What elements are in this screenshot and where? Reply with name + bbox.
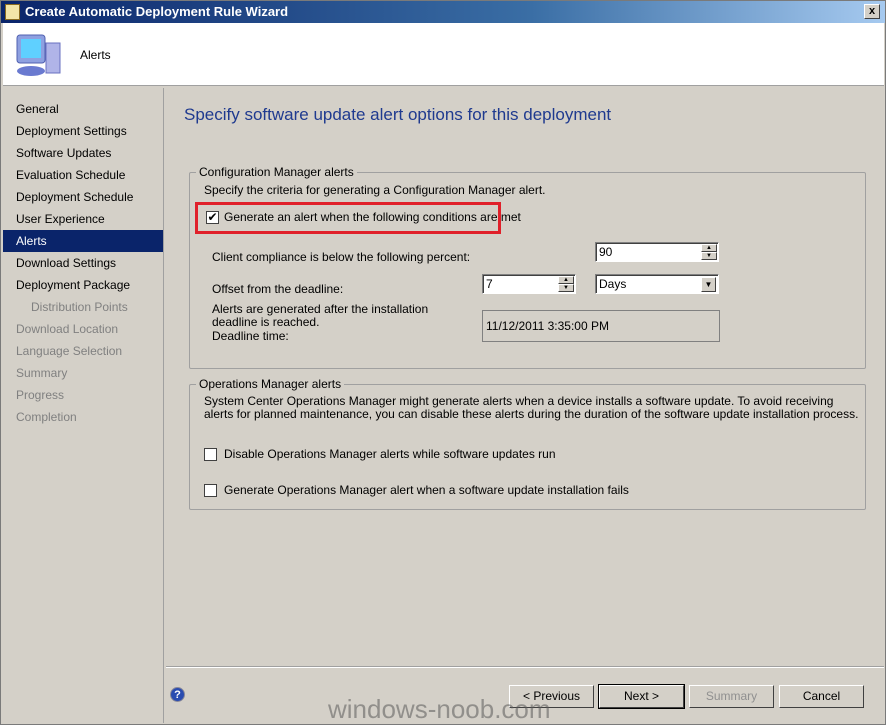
- om-alerts-description: System Center Operations Manager might g…: [204, 394, 859, 421]
- sidebar-item-evaluation-schedule[interactable]: Evaluation Schedule: [3, 164, 163, 186]
- sidebar-item-language-selection[interactable]: Language Selection: [3, 340, 163, 362]
- generate-alert-checkbox[interactable]: ✔: [206, 211, 219, 224]
- sidebar-item-deployment-schedule[interactable]: Deployment Schedule: [3, 186, 163, 208]
- computer-icon: [16, 34, 61, 76]
- help-icon[interactable]: ?: [170, 687, 185, 702]
- main-panel: Specify software update alert options fo…: [166, 88, 884, 723]
- compliance-label: Client compliance is below the following…: [212, 250, 471, 264]
- sidebar-item-summary[interactable]: Summary: [3, 362, 163, 384]
- om-alerts-group: Operations Manager alerts System Center …: [189, 377, 866, 510]
- om-alerts-legend: Operations Manager alerts: [199, 377, 342, 391]
- header: Alerts: [3, 23, 884, 86]
- wizard-window: Create Automatic Deployment Rule Wizard …: [0, 0, 886, 725]
- page-title: Specify software update alert options fo…: [184, 105, 612, 124]
- offset-spinner[interactable]: 7 ▲ ▼: [482, 274, 576, 294]
- next-button[interactable]: Next >: [598, 684, 685, 709]
- offset-spin-buttons[interactable]: ▲ ▼: [558, 276, 574, 292]
- sidebar-item-deployment-package[interactable]: Deployment Package: [3, 274, 163, 296]
- offset-value: 7: [486, 277, 493, 291]
- offset-unit-value: Days: [599, 277, 627, 291]
- disable-om-alerts-checkbox[interactable]: [204, 448, 217, 461]
- sidebar-item-alerts[interactable]: Alerts: [3, 230, 163, 252]
- title-bar: Create Automatic Deployment Rule Wizard …: [1, 1, 885, 23]
- sidebar: General Deployment Settings Software Updat…: [3, 88, 164, 723]
- sidebar-item-download-location[interactable]: Download Location: [3, 318, 163, 340]
- sidebar-item-software-updates[interactable]: Software Updates: [3, 142, 163, 164]
- watermark: windows-noob.com: [328, 694, 551, 724]
- cm-alerts-description: Specify the criteria for generating a Co…: [204, 183, 546, 197]
- window-title: Create Automatic Deployment Rule Wizard: [25, 4, 289, 19]
- generate-om-alert-label[interactable]: Generate Operations Manager alert when a…: [224, 483, 629, 497]
- offset-unit-dropdown[interactable]: Days ▼: [595, 274, 719, 294]
- after-deadline-label: Alerts are generated after the installat…: [212, 302, 429, 329]
- sidebar-item-distribution-points[interactable]: Distribution Points: [3, 296, 163, 318]
- disable-om-alerts-label[interactable]: Disable Operations Manager alerts while …: [224, 447, 556, 461]
- footer-divider: [166, 666, 884, 668]
- deadline-time-field: 11/12/2011 3:35:00 PM: [482, 310, 720, 342]
- generate-alert-label[interactable]: Generate an alert when the following con…: [224, 210, 521, 224]
- cancel-button[interactable]: Cancel: [779, 685, 864, 708]
- deadline-time-label: Deadline time:: [212, 329, 289, 343]
- summary-button[interactable]: Summary: [689, 685, 774, 708]
- sidebar-item-user-experience[interactable]: User Experience: [3, 208, 163, 230]
- sidebar-item-deployment-settings[interactable]: Deployment Settings: [3, 120, 163, 142]
- wizard-icon: [5, 4, 20, 20]
- chevron-down-icon[interactable]: ▼: [701, 277, 716, 292]
- close-button[interactable]: x: [864, 4, 880, 19]
- offset-label: Offset from the deadline:: [212, 282, 344, 296]
- sidebar-item-completion[interactable]: Completion: [3, 406, 163, 428]
- cm-alerts-group: Configuration Manager alerts Specify the…: [189, 165, 866, 369]
- compliance-spinner[interactable]: 90 ▲ ▼: [595, 242, 719, 262]
- cm-alerts-legend: Configuration Manager alerts: [199, 165, 354, 179]
- compliance-value: 90: [599, 245, 613, 259]
- generate-om-alert-checkbox[interactable]: [204, 484, 217, 497]
- sidebar-item-download-settings[interactable]: Download Settings: [3, 252, 163, 274]
- sidebar-item-progress[interactable]: Progress: [3, 384, 163, 406]
- compliance-spin-buttons[interactable]: ▲ ▼: [701, 244, 717, 260]
- sidebar-item-general[interactable]: General: [3, 98, 163, 120]
- header-title: Alerts: [80, 48, 111, 62]
